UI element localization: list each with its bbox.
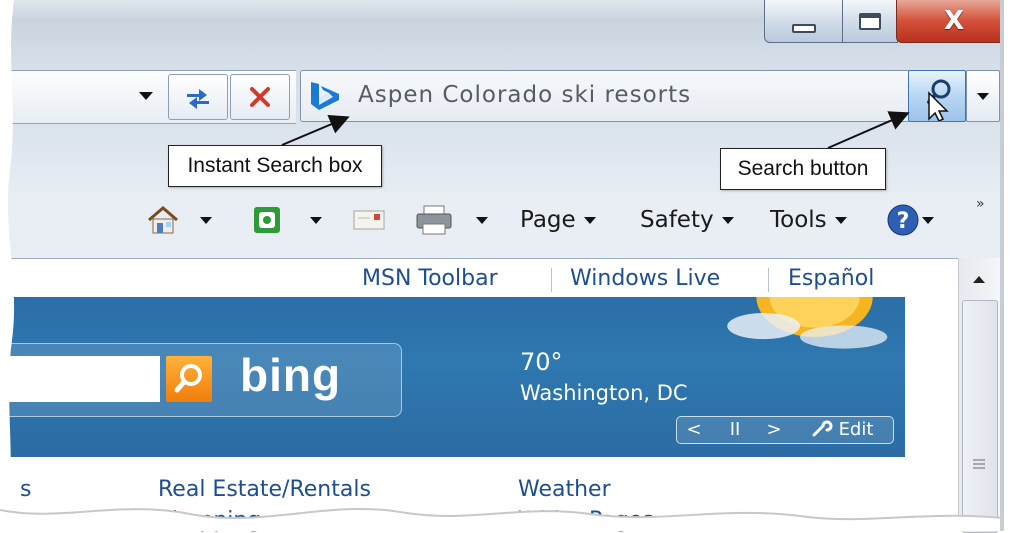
magnifier-icon [927,79,951,123]
home-icon [148,206,178,234]
chevron-down-icon [834,216,847,224]
chevron-down-icon[interactable] [200,216,212,224]
bing-b-icon [311,82,339,110]
close-button[interactable]: X [896,0,1012,43]
chevron-down-icon [721,216,734,224]
page-menu-label: Page [520,207,576,233]
weather-city[interactable]: Washington, DC [520,381,688,405]
home-button[interactable] [146,200,212,240]
help-icon: ? [887,204,919,236]
chevron-down-icon [583,216,596,224]
minimize-button[interactable] [764,0,844,43]
next-photo-button[interactable]: > [760,416,788,442]
search-input[interactable]: Aspen Colorado ski resorts [358,82,691,108]
sun-cloud-image [727,297,888,349]
help-menu[interactable]: ? [886,200,934,240]
print-button[interactable] [414,200,488,240]
chevron-up-icon [973,275,985,283]
svg-text:?: ? [897,209,910,234]
callout-instant-search: Instant Search box [168,145,382,187]
pause-photo-button[interactable]: II [718,416,752,442]
window-edge-shadow [1000,0,1022,531]
stop-button[interactable] [230,74,290,120]
link-divider [551,268,552,292]
close-icon: X [943,6,965,36]
stop-icon [250,87,270,107]
bing-logo: bing [240,349,342,401]
safety-menu[interactable]: Safety [640,200,734,240]
overflow-chevron-icon[interactable]: » [976,196,985,212]
print-icon [416,205,452,235]
tools-menu[interactable]: Tools [770,200,847,240]
windows-live-link[interactable]: Windows Live [570,266,720,291]
callout-search-button: Search button [720,148,886,190]
search-options-button[interactable] [966,70,1000,122]
espanol-link[interactable]: Español [788,266,874,291]
search-button[interactable] [908,70,966,123]
window-controls: X [764,0,1012,44]
chevron-down-icon[interactable] [310,216,322,224]
chevron-down-icon [977,92,989,100]
feeds-button[interactable] [252,200,322,240]
address-dropdown-button[interactable] [128,74,164,118]
chevron-down-icon[interactable] [476,216,488,224]
chevron-down-icon [139,92,153,100]
refresh-icon [187,89,209,109]
search-icon [174,364,202,393]
link-divider [768,268,769,292]
weather-temperature: 70° [520,348,563,376]
torn-edge-bottom [0,507,1022,531]
scroll-grip-icon [973,459,985,469]
tools-menu-label: Tools [770,207,827,233]
safety-menu-label: Safety [640,207,714,233]
maximize-button[interactable] [842,0,898,43]
torn-edge-left [0,0,15,531]
previous-photo-button[interactable]: < [680,416,708,442]
msn-toolbar-link[interactable]: MSN Toolbar [362,266,498,291]
bing-search-button[interactable] [166,356,212,402]
chevron-down-icon [922,216,934,224]
mail-button[interactable] [352,200,386,240]
page-menu[interactable]: Page [520,200,596,240]
scroll-up-button[interactable] [962,266,996,292]
mail-icon [353,210,385,230]
minimize-icon [792,23,816,33]
edit-button[interactable]: Edit [794,416,890,442]
refresh-button[interactable] [168,74,228,120]
wrench-icon [812,420,833,437]
feeds-icon [254,207,280,233]
maximize-icon [859,12,881,30]
edit-label: Edit [838,418,874,440]
